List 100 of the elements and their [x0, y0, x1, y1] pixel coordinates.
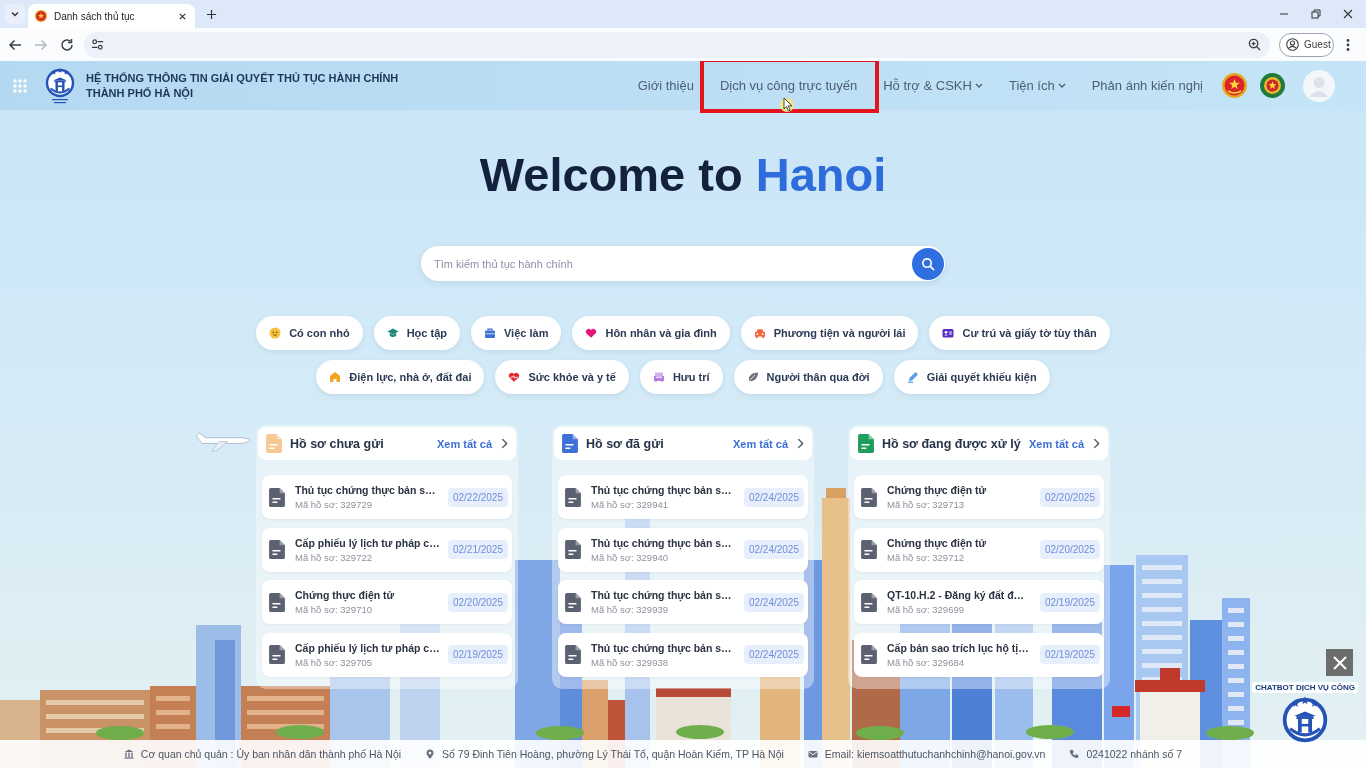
category-chip[interactable]: Việc làm [471, 316, 562, 350]
case-title: Thủ tục chứng thực bản s… [295, 484, 436, 496]
chevron-down-icon[interactable] [10, 9, 20, 19]
case-title: Cấp phiếu lý lịch tư pháp c… [295, 641, 440, 654]
nav-link[interactable]: Giới thiệu [637, 77, 694, 94]
category-chip[interactable]: Hôn nhân và gia đình [572, 316, 730, 350]
case-code: Mã hồ sơ: 329710 [295, 604, 373, 615]
welcome-heading: Welcome to Hanoi [479, 147, 887, 203]
category-chip[interactable]: Học tập [373, 316, 460, 350]
nav-link[interactable]: Dịch vụ công trực tuyến [719, 77, 858, 94]
briefcase-icon [484, 327, 496, 339]
case-item[interactable]: Chứng thực điện tử Mã hồ sơ: 329710 02/20/2025 [262, 580, 512, 624]
close-button[interactable] [1326, 649, 1353, 676]
heart-icon [585, 327, 598, 339]
bush-drawing [536, 726, 584, 740]
case-item[interactable]: QT-10.H.2 - Đăng ký đất đ… Mã hồ sơ: 329699 02/19/2025 [854, 580, 1104, 624]
bush-drawing [276, 725, 324, 739]
case-title: Chứng thực điện tử [887, 536, 987, 549]
card-title: Hồ sơ đã gửi [586, 436, 664, 451]
category-chip[interactable]: Phương tiện và người lái [740, 316, 919, 350]
view-all-link[interactable]: Xem tất cả [436, 437, 508, 450]
mouse-cursor-icon [779, 95, 794, 114]
airplane-drawing [194, 432, 252, 453]
date-badge: 02/19/2025 [1039, 592, 1100, 612]
category-chip[interactable]: Sức khỏe và y tế [495, 360, 629, 394]
city-emblem-icon [44, 66, 76, 105]
case-code: Mã hồ sơ: 329722 [295, 551, 373, 563]
date-badge: 02/24/2025 [743, 592, 804, 612]
profile-button[interactable]: Guest [1279, 32, 1334, 57]
case-item[interactable]: Cấp phiếu lý lịch tư pháp c… Mã hồ sơ: 329705 02/19/2025 [262, 632, 512, 677]
case-item[interactable]: Thủ tục chứng thực bản s… Mã hồ sơ: 329939 02/24/2025 [558, 580, 808, 624]
more-menu-icon[interactable] [1346, 37, 1350, 52]
back-arrow-icon[interactable] [8, 37, 22, 52]
case-title: Cấp phiếu lý lịch tư pháp c… [295, 536, 440, 549]
date-badge: 02/19/2025 [1039, 645, 1100, 664]
date-badge: 02/24/2025 [743, 540, 804, 559]
case-item[interactable]: Chứng thực điện tử Mã hồ sơ: 329712 02/20/2025 [854, 527, 1104, 572]
close-icon[interactable] [178, 11, 187, 21]
card-title: Hồ sơ chưa gửi [290, 436, 384, 451]
category-chip[interactable]: Người thân qua đời [733, 360, 883, 394]
bush-drawing [856, 726, 904, 740]
document-icon [269, 540, 285, 559]
armchair-icon [652, 371, 665, 383]
restore-icon[interactable] [1311, 9, 1321, 19]
graduation-cap-icon [386, 327, 399, 339]
category-chip[interactable]: Có con nhỏ [256, 316, 363, 350]
case-item[interactable]: Thủ tục chứng thực bản s… Mã hồ sơ: 329938 02/24/2025 [558, 632, 808, 677]
case-title: Thủ tục chứng thực bản s… [591, 536, 732, 549]
flag-drawing [1112, 706, 1130, 717]
case-code: Mã hồ sơ: 329699 [887, 604, 965, 615]
case-item[interactable]: Thủ tục chứng thực bản s… Mã hồ sơ: 329940 02/24/2025 [558, 527, 808, 572]
view-all-link[interactable]: Xem tất cả [1028, 437, 1100, 450]
document-icon [565, 645, 581, 664]
heart-pulse-icon [508, 371, 521, 383]
car-icon [753, 327, 766, 339]
building-icon [123, 749, 134, 759]
case-title: QT-10.H.2 - Đăng ký đất đ… [887, 589, 1025, 601]
case-code: Mã hồ sơ: 329729 [295, 499, 373, 510]
reload-icon[interactable] [60, 37, 74, 52]
plus-icon[interactable] [205, 8, 217, 20]
category-chip[interactable]: Cư trú và giấy tờ tùy thân [929, 316, 1110, 350]
category-chip[interactable]: Điện lực, nhà ở, đất đai [316, 360, 485, 394]
view-all-link[interactable]: Xem tất cả [732, 437, 804, 450]
house-icon [329, 371, 342, 383]
nav-link[interactable]: Tiện ích [1008, 77, 1066, 94]
category-chip[interactable]: Hưu trí [639, 360, 723, 394]
zoom-icon[interactable] [1248, 38, 1261, 51]
case-item[interactable]: Thủ tục chứng thực bản s… Mã hồ sơ: 329729 02/22/2025 [262, 475, 512, 519]
case-item[interactable]: Cấp phiếu lý lịch tư pháp c… Mã hồ sơ: 329722 02/21/2025 [262, 527, 512, 572]
document-icon [565, 487, 581, 507]
case-title: Thủ tục chứng thực bản s… [591, 589, 732, 601]
date-badge: 02/20/2025 [1039, 487, 1100, 507]
case-code: Mã hồ sơ: 329939 [591, 604, 669, 615]
case-item[interactable]: Thủ tục chứng thực bản s… Mã hồ sơ: 329941 02/24/2025 [558, 475, 808, 519]
browser-tab[interactable]: Danh sách thủ tục [28, 4, 195, 28]
close-icon [1331, 654, 1348, 671]
bush-drawing [1026, 725, 1074, 739]
tune-icon[interactable] [91, 38, 104, 51]
case-item[interactable]: Chứng thực điện tử Mã hồ sơ: 329713 02/20/2025 [854, 475, 1104, 519]
date-badge: 02/24/2025 [743, 487, 804, 507]
bush-drawing [96, 726, 144, 740]
case-code: Mã hồ sơ: 329941 [591, 499, 669, 510]
baby-face-icon [269, 327, 282, 339]
leaf-icon [746, 371, 759, 383]
search-field[interactable]: Tìm kiếm thủ tục hành chính [421, 246, 945, 281]
case-code: Mã hồ sơ: 329712 [887, 551, 965, 563]
category-chip[interactable]: Giải quyết khiếu kiện [893, 360, 1050, 394]
case-item[interactable]: Cấp bản sao trích lục hộ tị… Mã hồ sơ: 329684 02/19/2025 [854, 632, 1104, 677]
document-icon [861, 487, 877, 507]
document-icon [565, 592, 581, 612]
date-badge: 02/22/2025 [447, 487, 508, 507]
case-code: Mã hồ sơ: 329940 [591, 551, 669, 563]
nav-link[interactable]: Phản ánh kiến nghị [1091, 77, 1203, 94]
footer-info: 0241022 nhánh số 7 [1086, 748, 1183, 760]
close-icon[interactable] [1343, 9, 1353, 19]
nav-link[interactable]: Hỗ trợ & CSKH [883, 77, 983, 94]
star-emblem-icon[interactable] [1222, 73, 1247, 98]
wreath-emblem-icon[interactable] [1260, 73, 1285, 98]
bush-drawing [1206, 726, 1254, 740]
document-icon [269, 645, 285, 664]
